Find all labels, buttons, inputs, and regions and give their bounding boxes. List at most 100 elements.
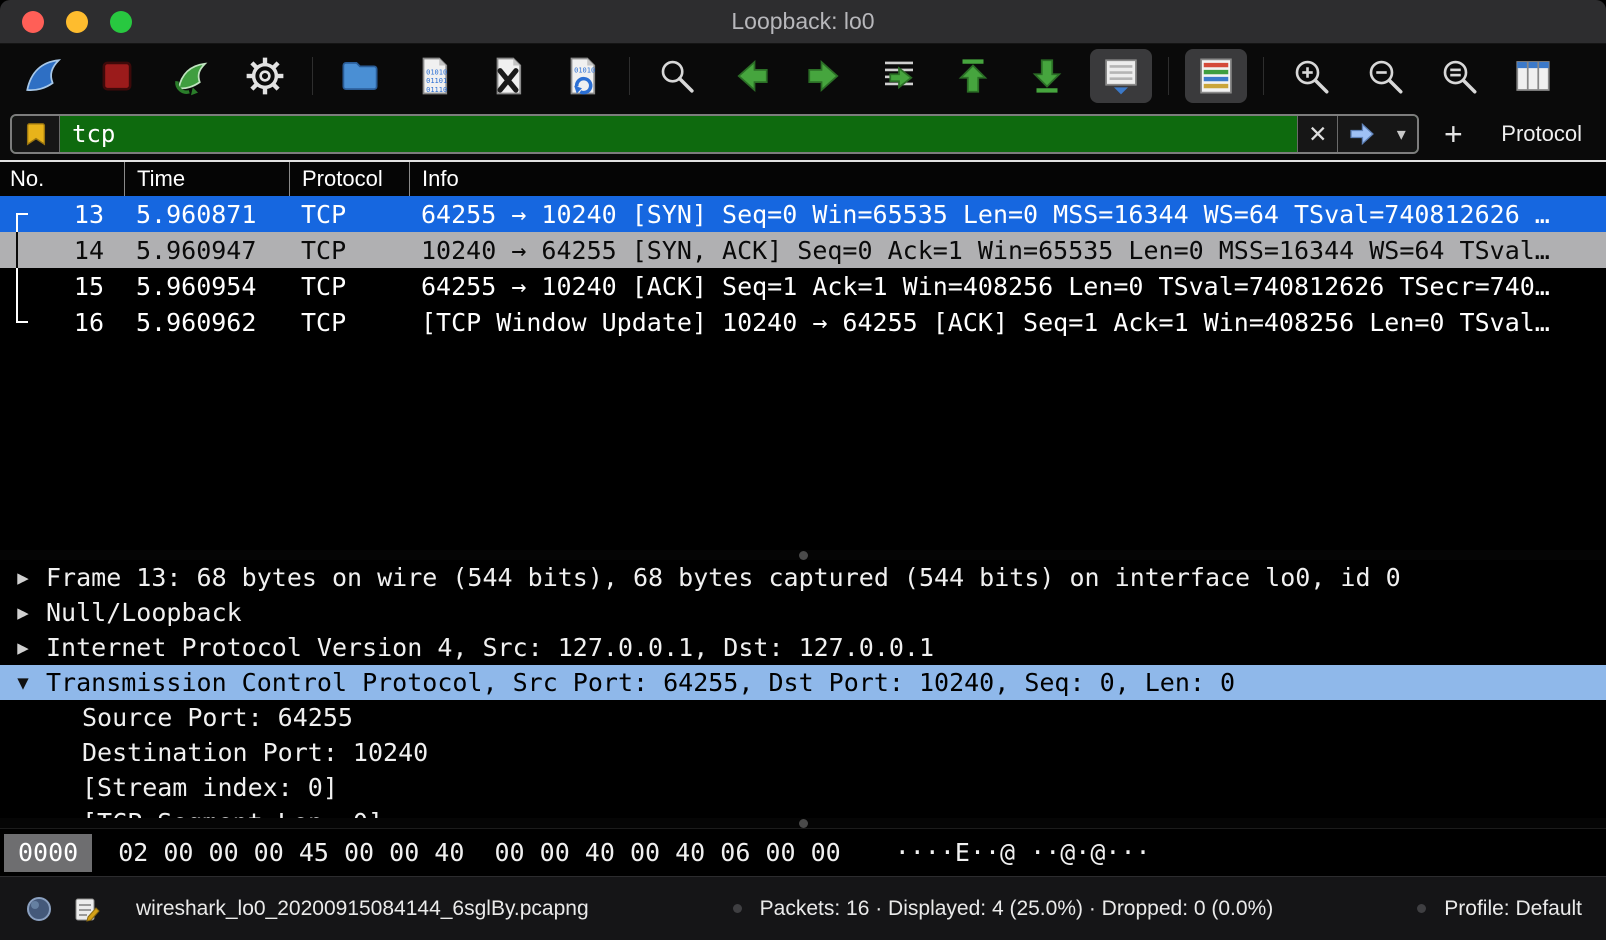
reload-document-icon: 01010 xyxy=(561,55,603,97)
zoom-out-button[interactable] xyxy=(1354,49,1416,103)
expand-arrow-icon[interactable]: ▶ xyxy=(0,602,46,624)
packet-protocol: TCP xyxy=(289,272,409,301)
svg-text:01110: 01110 xyxy=(426,86,447,94)
packet-info: 64255 → 10240 [SYN] Seq=0 Win=65535 Len=… xyxy=(409,200,1606,229)
filter-bar: tcp ✕ ▾ + Protocol xyxy=(0,108,1606,160)
go-to-packet-button[interactable] xyxy=(868,49,930,103)
splitter-grip-icon xyxy=(799,551,808,560)
close-window-button[interactable] xyxy=(22,11,44,33)
pane-splitter[interactable] xyxy=(0,550,1606,560)
zoom-window-button[interactable] xyxy=(110,11,132,33)
zoom-in-icon xyxy=(1290,55,1332,97)
filter-add-button[interactable]: + xyxy=(1433,116,1473,153)
statusbar-separator-dot xyxy=(733,904,742,913)
toolbar-separator xyxy=(1263,57,1264,95)
zoom-in-button[interactable] xyxy=(1280,49,1342,103)
filter-dropdown-button[interactable]: ▾ xyxy=(1385,116,1417,152)
svg-text:01101: 01101 xyxy=(426,77,447,85)
column-header-time[interactable]: Time xyxy=(124,162,289,196)
detail-text: [TCP Segment Len: 0] xyxy=(46,808,383,818)
expert-info-button[interactable] xyxy=(24,894,54,924)
detail-row-stream-index[interactable]: [Stream index: 0] xyxy=(0,770,1606,805)
packet-protocol: TCP xyxy=(289,236,409,265)
packet-row[interactable]: 15 5.960954 TCP 64255 → 10240 [ACK] Seq=… xyxy=(0,268,1606,304)
capture-filename: wireshark_lo0_20200915084144_6sglBy.pcap… xyxy=(136,897,589,921)
go-to-top-button[interactable] xyxy=(942,49,1004,103)
go-back-button[interactable] xyxy=(720,49,782,103)
colorize-icon xyxy=(1195,55,1237,97)
toolbar-separator xyxy=(1168,57,1169,95)
go-forward-button[interactable] xyxy=(794,49,856,103)
zoom-reset-icon xyxy=(1438,55,1480,97)
hex-bytes[interactable]: 02 00 00 00 45 00 00 40 00 00 40 00 40 0… xyxy=(118,838,840,867)
filter-clear-button[interactable]: ✕ xyxy=(1297,116,1337,152)
apply-arrow-icon xyxy=(1347,120,1377,148)
collapse-arrow-icon[interactable]: ▼ xyxy=(0,672,46,694)
detail-text: Null/Loopback xyxy=(46,598,242,627)
detail-row-tcp[interactable]: ▼ Transmission Control Protocol, Src Por… xyxy=(0,665,1606,700)
column-header-no[interactable]: No. xyxy=(0,162,124,196)
hex-ascii[interactable]: ····E··@ ··@·@··· xyxy=(895,838,1151,867)
packet-info: [TCP Window Update] 10240 → 64255 [ACK] … xyxy=(409,308,1606,337)
reload-file-button[interactable]: 01010 xyxy=(551,49,613,103)
packet-no: 14 xyxy=(40,236,124,265)
save-file-button[interactable]: 010100110101110 xyxy=(403,49,465,103)
packet-row[interactable]: 16 5.960962 TCP [TCP Window Update] 1024… xyxy=(0,304,1606,340)
detail-row-segment-len[interactable]: [TCP Segment Len: 0] xyxy=(0,805,1606,818)
packet-row[interactable]: 13 5.960871 TCP 64255 → 10240 [SYN] Seq=… xyxy=(0,196,1606,232)
capture-file-properties-button[interactable] xyxy=(72,894,102,924)
detail-text: Source Port: 64255 xyxy=(46,703,353,732)
resize-columns-button[interactable] xyxy=(1502,49,1564,103)
auto-scroll-button[interactable] xyxy=(1090,49,1152,103)
expert-info-circle-icon xyxy=(25,895,53,923)
detail-row-ipv4[interactable]: ▶ Internet Protocol Version 4, Src: 127.… xyxy=(0,630,1606,665)
packet-list-empty-area xyxy=(0,340,1606,550)
detail-text: Frame 13: 68 bytes on wire (544 bits), 6… xyxy=(46,563,1401,592)
packet-no: 16 xyxy=(40,308,124,337)
restart-capture-button[interactable] xyxy=(160,49,222,103)
main-toolbar: 010100110101110 01010 xyxy=(0,44,1606,108)
arrow-bottom-icon xyxy=(1026,55,1068,97)
detail-row-source-port[interactable]: Source Port: 64255 xyxy=(0,700,1606,735)
capture-options-button[interactable] xyxy=(234,49,296,103)
detail-row-destination-port[interactable]: Destination Port: 10240 xyxy=(0,735,1606,770)
go-to-bottom-button[interactable] xyxy=(1016,49,1078,103)
toolbar-separator xyxy=(629,57,630,95)
conversation-bracket xyxy=(0,304,40,340)
status-bar: wireshark_lo0_20200915084144_6sglBy.pcap… xyxy=(0,876,1606,940)
filter-bookmark-button[interactable] xyxy=(12,116,60,152)
expand-arrow-icon[interactable]: ▶ xyxy=(0,637,46,659)
svg-text:01010: 01010 xyxy=(426,68,447,76)
restart-fin-icon xyxy=(170,55,212,97)
filter-protocol-button[interactable]: Protocol xyxy=(1487,117,1596,151)
filter-apply-button[interactable] xyxy=(1337,116,1385,152)
colorize-packets-button[interactable] xyxy=(1185,49,1247,103)
conversation-bracket xyxy=(0,196,40,232)
profile-selector[interactable]: Profile: Default xyxy=(1444,897,1582,921)
detail-row-null-loopback[interactable]: ▶ Null/Loopback xyxy=(0,595,1606,630)
packet-list-header: No. Time Protocol Info xyxy=(0,162,1606,196)
detail-row-frame[interactable]: ▶ Frame 13: 68 bytes on wire (544 bits),… xyxy=(0,560,1606,595)
stop-capture-button[interactable] xyxy=(86,49,148,103)
start-capture-button[interactable] xyxy=(12,49,74,103)
packet-no: 13 xyxy=(40,200,124,229)
hex-dump-pane[interactable]: 0000 02 00 00 00 45 00 00 40 00 00 40 00… xyxy=(0,828,1606,876)
minimize-window-button[interactable] xyxy=(66,11,88,33)
packet-row[interactable]: 14 5.960947 TCP 10240 → 64255 [SYN, ACK]… xyxy=(0,232,1606,268)
open-file-button[interactable] xyxy=(329,49,391,103)
packet-info: 64255 → 10240 [ACK] Seq=1 Ack=1 Win=4082… xyxy=(409,272,1606,301)
window-title: Loopback: lo0 xyxy=(0,8,1606,35)
close-file-button[interactable] xyxy=(477,49,539,103)
zoom-reset-button[interactable] xyxy=(1428,49,1490,103)
pane-splitter[interactable] xyxy=(0,818,1606,828)
display-filter-input[interactable]: tcp xyxy=(60,116,1297,152)
note-pencil-icon xyxy=(73,895,101,923)
find-packet-button[interactable] xyxy=(646,49,708,103)
arrow-right-icon xyxy=(804,55,846,97)
detail-text: Transmission Control Protocol, Src Port:… xyxy=(46,668,1235,697)
expand-arrow-icon[interactable]: ▶ xyxy=(0,567,46,589)
detail-text: Destination Port: 10240 xyxy=(46,738,428,767)
column-header-info[interactable]: Info xyxy=(409,162,1606,196)
column-header-protocol[interactable]: Protocol xyxy=(289,162,409,196)
arrow-left-icon xyxy=(730,55,772,97)
